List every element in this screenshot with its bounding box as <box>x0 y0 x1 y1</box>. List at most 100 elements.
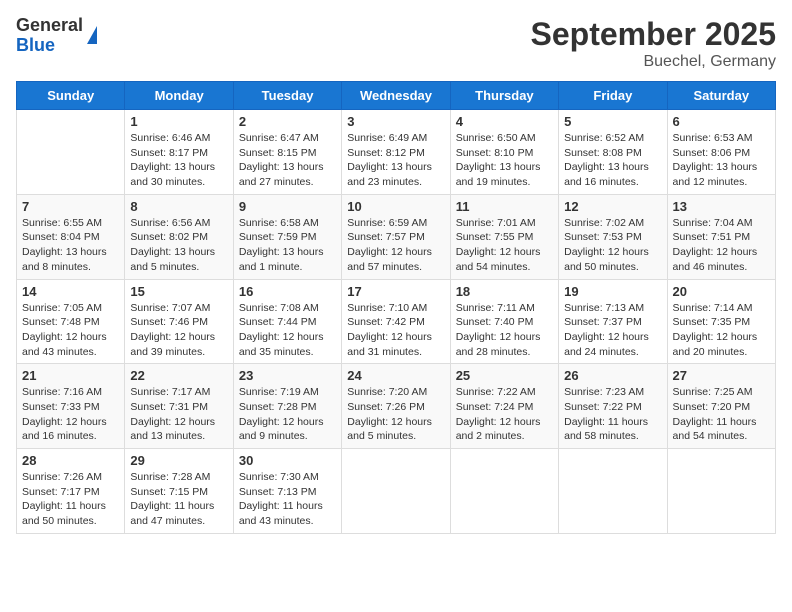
day-number: 19 <box>564 284 661 299</box>
day-number: 7 <box>22 199 119 214</box>
day-info: Sunrise: 7:16 AMSunset: 7:33 PMDaylight:… <box>22 385 119 444</box>
calendar-cell: 17Sunrise: 7:10 AMSunset: 7:42 PMDayligh… <box>342 279 450 364</box>
calendar-cell <box>450 449 558 534</box>
calendar-cell: 9Sunrise: 6:58 AMSunset: 7:59 PMDaylight… <box>233 194 341 279</box>
day-info: Sunrise: 6:53 AMSunset: 8:06 PMDaylight:… <box>673 131 770 190</box>
col-header-tuesday: Tuesday <box>233 82 341 110</box>
calendar-cell: 29Sunrise: 7:28 AMSunset: 7:15 PMDayligh… <box>125 449 233 534</box>
day-number: 4 <box>456 114 553 129</box>
calendar-cell: 16 Sunrise: 7:08 AMSunset: 7:44 PMDayligh… <box>233 279 341 364</box>
day-info: Sunrise: 6:52 AMSunset: 8:08 PMDaylight:… <box>564 131 661 190</box>
day-number: 23 <box>239 368 336 383</box>
col-header-thursday: Thursday <box>450 82 558 110</box>
logo-general: General <box>16 15 83 35</box>
day-number: 15 <box>130 284 227 299</box>
day-number: 28 <box>22 453 119 468</box>
day-number: 21 <box>22 368 119 383</box>
calendar-cell: 8 Sunrise: 6:56 AMSunset: 8:02 PMDaylight… <box>125 194 233 279</box>
day-number: 16 <box>239 284 336 299</box>
calendar-cell: 19 Sunrise: 7:13 AMSunset: 7:37 PMDayligh… <box>559 279 667 364</box>
day-number: 12 <box>564 199 661 214</box>
calendar-cell <box>342 449 450 534</box>
page-header: General Blue September 2025 Buechel, Ger… <box>16 16 776 71</box>
day-number: 5 <box>564 114 661 129</box>
day-info: Sunrise: 6:47 AMSunset: 8:15 PMDaylight:… <box>239 131 336 190</box>
day-info: Sunrise: 6:46 AMSunset: 8:17 PMDaylight:… <box>130 131 227 190</box>
day-info: Sunrise: 7:19 AMSunset: 7:28 PMDaylight:… <box>239 385 336 444</box>
logo: General Blue <box>16 16 97 56</box>
calendar-cell <box>17 110 125 195</box>
calendar-cell: 21 Sunrise: 7:16 AMSunset: 7:33 PMDayligh… <box>17 364 125 449</box>
calendar-week-row: 28 Sunrise: 7:26 AMSunset: 7:17 PMDayligh… <box>17 449 776 534</box>
day-info: Sunrise: 7:11 AMSunset: 7:40 PMDaylight:… <box>456 301 553 360</box>
logo-blue: Blue <box>16 35 55 55</box>
calendar-cell: 1 Sunrise: 6:46 AMSunset: 8:17 PMDaylight… <box>125 110 233 195</box>
day-info: Sunrise: 7:08 AMSunset: 7:44 PMDaylight:… <box>239 301 336 360</box>
day-info: Sunrise: 6:50 AMSunset: 8:10 PMDaylight:… <box>456 131 553 190</box>
col-header-friday: Friday <box>559 82 667 110</box>
day-info: Sunrise: 6:55 AMSunset: 8:04 PMDaylight:… <box>22 216 119 275</box>
col-header-monday: Monday <box>125 82 233 110</box>
calendar-cell: 7 Sunrise: 6:55 AMSunset: 8:04 PMDaylight… <box>17 194 125 279</box>
calendar-cell: 26 Sunrise: 7:23 AMSunset: 7:22 PMDayligh… <box>559 364 667 449</box>
day-number: 9 <box>239 199 336 214</box>
day-number: 30 <box>239 453 336 468</box>
calendar-cell: 25 Sunrise: 7:22 AMSunset: 7:24 PMDayligh… <box>450 364 558 449</box>
day-info: Sunrise: 7:01 AMSunset: 7:55 PMDaylight:… <box>456 216 553 275</box>
day-info: Sunrise: 6:59 AMSunset: 7:57 PMDaylight:… <box>347 216 444 275</box>
calendar-cell <box>559 449 667 534</box>
day-number: 18 <box>456 284 553 299</box>
day-info: Sunrise: 7:23 AMSunset: 7:22 PMDaylight:… <box>564 385 661 444</box>
calendar-cell: 20Sunrise: 7:14 AMSunset: 7:35 PMDayligh… <box>667 279 775 364</box>
calendar-cell: 22 Sunrise: 7:17 AMSunset: 7:31 PMDayligh… <box>125 364 233 449</box>
day-number: 29 <box>130 453 227 468</box>
day-number: 6 <box>673 114 770 129</box>
calendar-title: September 2025 <box>531 16 776 53</box>
calendar-cell: 27Sunrise: 7:25 AMSunset: 7:20 PMDayligh… <box>667 364 775 449</box>
calendar-header-row: SundayMondayTuesdayWednesdayThursdayFrid… <box>17 82 776 110</box>
day-number: 20 <box>673 284 770 299</box>
calendar-cell: 30 Sunrise: 7:30 AMSunset: 7:13 PMDayligh… <box>233 449 341 534</box>
day-info: Sunrise: 6:49 AMSunset: 8:12 PMDaylight:… <box>347 131 444 190</box>
day-info: Sunrise: 7:30 AMSunset: 7:13 PMDaylight:… <box>239 470 336 529</box>
day-number: 26 <box>564 368 661 383</box>
day-info: Sunrise: 7:13 AMSunset: 7:37 PMDaylight:… <box>564 301 661 360</box>
calendar-cell: 11 Sunrise: 7:01 AMSunset: 7:55 PMDayligh… <box>450 194 558 279</box>
calendar-subtitle: Buechel, Germany <box>531 53 776 71</box>
calendar-cell: 3 Sunrise: 6:49 AMSunset: 8:12 PMDaylight… <box>342 110 450 195</box>
day-number: 11 <box>456 199 553 214</box>
calendar-cell: 28 Sunrise: 7:26 AMSunset: 7:17 PMDayligh… <box>17 449 125 534</box>
day-number: 8 <box>130 199 227 214</box>
day-info: Sunrise: 7:02 AMSunset: 7:53 PMDaylight:… <box>564 216 661 275</box>
day-number: 27 <box>673 368 770 383</box>
day-number: 25 <box>456 368 553 383</box>
calendar-week-row: 1 Sunrise: 6:46 AMSunset: 8:17 PMDaylight… <box>17 110 776 195</box>
calendar-week-row: 7 Sunrise: 6:55 AMSunset: 8:04 PMDaylight… <box>17 194 776 279</box>
calendar-cell: 23 Sunrise: 7:19 AMSunset: 7:28 PMDayligh… <box>233 364 341 449</box>
calendar-cell: 2Sunrise: 6:47 AMSunset: 8:15 PMDaylight… <box>233 110 341 195</box>
day-info: Sunrise: 7:04 AMSunset: 7:51 PMDaylight:… <box>673 216 770 275</box>
day-number: 22 <box>130 368 227 383</box>
calendar-cell <box>667 449 775 534</box>
calendar-week-row: 14Sunrise: 7:05 AMSunset: 7:48 PMDayligh… <box>17 279 776 364</box>
day-number: 1 <box>130 114 227 129</box>
day-info: Sunrise: 7:22 AMSunset: 7:24 PMDaylight:… <box>456 385 553 444</box>
day-number: 3 <box>347 114 444 129</box>
day-info: Sunrise: 6:56 AMSunset: 8:02 PMDaylight:… <box>130 216 227 275</box>
calendar-cell: 18 Sunrise: 7:11 AMSunset: 7:40 PMDayligh… <box>450 279 558 364</box>
day-info: Sunrise: 7:26 AMSunset: 7:17 PMDaylight:… <box>22 470 119 529</box>
calendar-cell: 4 Sunrise: 6:50 AMSunset: 8:10 PMDaylight… <box>450 110 558 195</box>
day-info: Sunrise: 7:17 AMSunset: 7:31 PMDaylight:… <box>130 385 227 444</box>
calendar-cell: 14Sunrise: 7:05 AMSunset: 7:48 PMDayligh… <box>17 279 125 364</box>
day-number: 13 <box>673 199 770 214</box>
calendar-cell: 15Sunrise: 7:07 AMSunset: 7:46 PMDayligh… <box>125 279 233 364</box>
day-number: 14 <box>22 284 119 299</box>
day-info: Sunrise: 7:20 AMSunset: 7:26 PMDaylight:… <box>347 385 444 444</box>
calendar-cell: 6 Sunrise: 6:53 AMSunset: 8:06 PMDaylight… <box>667 110 775 195</box>
calendar-table: SundayMondayTuesdayWednesdayThursdayFrid… <box>16 81 776 534</box>
calendar-cell: 24Sunrise: 7:20 AMSunset: 7:26 PMDayligh… <box>342 364 450 449</box>
col-header-sunday: Sunday <box>17 82 125 110</box>
calendar-cell: 5 Sunrise: 6:52 AMSunset: 8:08 PMDaylight… <box>559 110 667 195</box>
title-block: September 2025 Buechel, Germany <box>531 16 776 71</box>
col-header-wednesday: Wednesday <box>342 82 450 110</box>
